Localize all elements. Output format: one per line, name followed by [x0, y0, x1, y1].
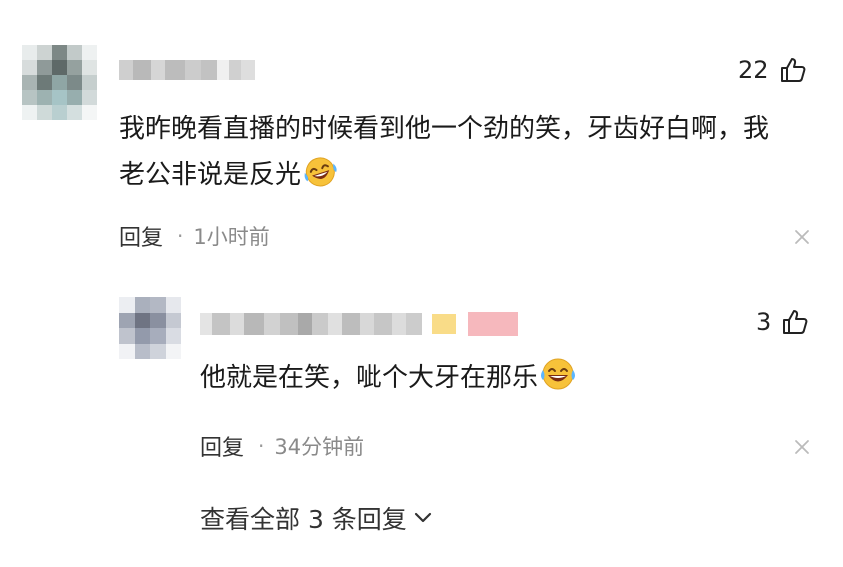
comment-meta: 回复 · 1小时前	[119, 220, 270, 252]
username[interactable]	[119, 60, 255, 80]
comment-text-line2-content: 老公非说是反光	[119, 160, 302, 190]
comment-text-line2: 老公非说是反光	[119, 152, 829, 203]
level-badge	[432, 314, 456, 334]
comment-text-line1: 我昨晚看直播的时候看到他一个劲的笑，牙齿好白啊，我	[119, 114, 770, 144]
like-button[interactable]: 3	[756, 308, 809, 336]
view-all-replies-button[interactable]: 查看全部 3 条回复	[200, 500, 433, 536]
laughing-crying-emoji-icon	[301, 154, 339, 203]
username[interactable]	[200, 313, 422, 335]
reply-button[interactable]: 回复	[119, 220, 163, 252]
close-icon[interactable]	[793, 438, 811, 456]
meta-separator: ·	[177, 224, 184, 248]
like-count: 3	[756, 308, 772, 336]
thumbs-up-icon	[783, 310, 808, 334]
chevron-down-icon	[414, 512, 431, 523]
view-all-replies-label: 查看全部 3 条回复	[200, 505, 407, 534]
reply-time: 34分钟前	[274, 435, 365, 459]
reply-text-content: 他就是在笑，呲个大牙在那乐	[200, 363, 539, 393]
close-icon[interactable]	[793, 228, 811, 246]
reply-text: 他就是在笑，呲个大牙在那乐	[200, 355, 820, 406]
fan-badge	[468, 312, 518, 336]
avatar[interactable]	[119, 297, 181, 359]
avatar[interactable]	[22, 45, 97, 120]
like-button[interactable]: 22	[738, 56, 807, 84]
comment-text: 我昨晚看直播的时候看到他一个劲的笑，牙齿好白啊，我 老公非说是反光	[119, 106, 829, 203]
like-count: 22	[738, 56, 769, 84]
reply-button[interactable]: 回复	[200, 430, 244, 462]
comment-time: 1小时前	[193, 225, 270, 249]
reply-meta: 回复 · 34分钟前	[200, 430, 364, 462]
laughing-crying-emoji-icon	[538, 357, 578, 406]
thumbs-up-icon	[780, 58, 805, 82]
meta-separator: ·	[258, 434, 265, 458]
